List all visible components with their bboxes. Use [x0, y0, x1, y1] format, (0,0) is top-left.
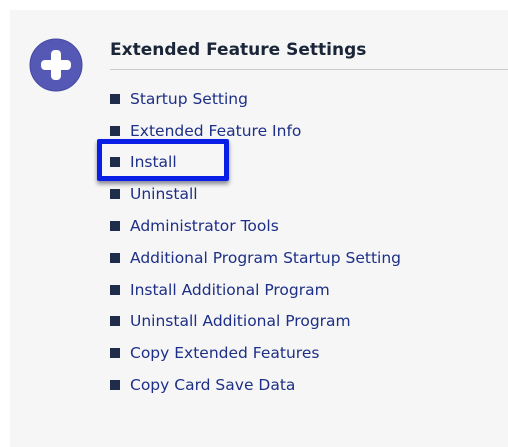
additional-program-startup-setting-link[interactable]: Additional Program Startup Setting — [130, 249, 401, 267]
menu-item-install: Install — [110, 147, 401, 179]
menu-item-uninstall: Uninstall — [110, 178, 401, 210]
copy-card-save-data-link[interactable]: Copy Card Save Data — [130, 376, 295, 394]
square-bullet-icon — [110, 284, 120, 295]
settings-menu: Startup Setting Extended Feature Info In… — [110, 83, 401, 401]
menu-item-copy-card-save-data: Copy Card Save Data — [110, 369, 401, 401]
title-divider — [110, 69, 508, 70]
menu-item-extended-feature-info: Extended Feature Info — [110, 115, 401, 147]
uninstall-additional-program-link[interactable]: Uninstall Additional Program — [130, 312, 351, 330]
menu-item-copy-extended-features: Copy Extended Features — [110, 337, 401, 369]
plus-circle-icon — [29, 38, 83, 92]
square-bullet-icon — [110, 189, 120, 200]
square-bullet-icon — [110, 125, 120, 136]
startup-setting-link[interactable]: Startup Setting — [130, 90, 248, 108]
square-bullet-icon — [110, 157, 120, 168]
section-title: Extended Feature Settings — [110, 40, 367, 60]
install-additional-program-link[interactable]: Install Additional Program — [130, 281, 330, 299]
menu-item-install-additional-program: Install Additional Program — [110, 274, 401, 306]
square-bullet-icon — [110, 316, 120, 327]
install-link[interactable]: Install — [130, 153, 177, 171]
extended-feature-info-link[interactable]: Extended Feature Info — [130, 122, 301, 140]
uninstall-link[interactable]: Uninstall — [130, 185, 198, 203]
square-bullet-icon — [110, 93, 120, 104]
square-bullet-icon — [110, 380, 120, 391]
menu-item-startup-setting: Startup Setting — [110, 83, 401, 115]
menu-item-additional-program-startup-setting: Additional Program Startup Setting — [110, 242, 401, 274]
menu-item-uninstall-additional-program: Uninstall Additional Program — [110, 306, 401, 338]
copy-extended-features-link[interactable]: Copy Extended Features — [130, 344, 319, 362]
square-bullet-icon — [110, 252, 120, 263]
square-bullet-icon — [110, 221, 120, 232]
menu-item-administrator-tools: Administrator Tools — [110, 210, 401, 242]
square-bullet-icon — [110, 348, 120, 359]
administrator-tools-link[interactable]: Administrator Tools — [130, 217, 279, 235]
